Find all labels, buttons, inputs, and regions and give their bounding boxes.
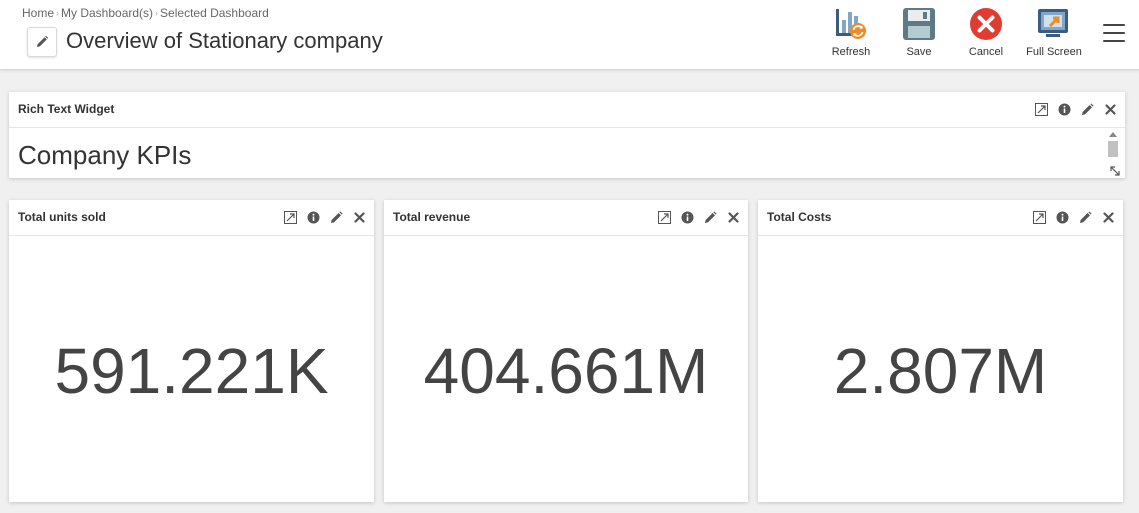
scroll-thumb[interactable] — [1108, 141, 1118, 157]
widget-title: Total units sold — [18, 210, 106, 224]
info-icon[interactable] — [1055, 210, 1069, 224]
rich-text-content[interactable]: Company KPIs — [18, 140, 191, 171]
rich-text-widget: Rich Text Widget Company KPIs — [9, 92, 1125, 178]
close-icon[interactable] — [1101, 210, 1115, 224]
page-title: Overview of Stationary company — [66, 28, 383, 53]
widget-tools — [1032, 210, 1115, 224]
breadcrumb-selected-dashboard: Selected Dashboard — [160, 6, 269, 20]
widget-title: Total Costs — [767, 210, 832, 224]
pencil-icon[interactable] — [1078, 210, 1092, 224]
edit-title-button[interactable] — [27, 27, 57, 57]
info-icon[interactable] — [306, 210, 320, 224]
refresh-icon — [836, 9, 866, 39]
kpi-widget-units-sold: Total units sold 591.221K — [9, 200, 374, 502]
close-icon[interactable] — [352, 210, 366, 224]
expand-icon[interactable] — [283, 210, 297, 224]
save-button[interactable]: Save — [888, 6, 950, 62]
breadcrumb-my-dashboards[interactable]: My Dashboard(s) — [61, 6, 153, 20]
fullscreen-label: Full Screen — [1026, 46, 1082, 58]
widget-header: Rich Text Widget — [9, 92, 1125, 128]
pencil-icon[interactable] — [1080, 102, 1094, 116]
kpi-value: 591.221K — [54, 335, 329, 407]
refresh-button[interactable]: Refresh — [820, 6, 882, 62]
widget-header: Total revenue — [384, 200, 748, 236]
scroll-up-arrow-icon[interactable] — [1109, 132, 1117, 137]
close-icon[interactable] — [1103, 102, 1117, 116]
pencil-icon[interactable] — [703, 210, 717, 224]
expand-icon[interactable] — [657, 210, 671, 224]
breadcrumb-separator-icon: › — [56, 8, 60, 18]
pencil-icon — [37, 35, 49, 47]
kpi-widget-costs: Total Costs 2.807M — [758, 200, 1123, 502]
resize-handle-icon[interactable] — [1110, 166, 1120, 176]
widget-header: Total units sold — [9, 200, 374, 236]
breadcrumb-home[interactable]: Home — [22, 6, 54, 20]
expand-icon[interactable] — [1032, 210, 1046, 224]
save-label: Save — [906, 46, 932, 58]
info-icon[interactable] — [1057, 102, 1071, 116]
fullscreen-button[interactable]: Full Screen — [1023, 6, 1085, 62]
widget-title: Rich Text Widget — [18, 102, 115, 116]
breadcrumb-separator-icon: › — [155, 8, 159, 18]
expand-icon[interactable] — [1034, 102, 1048, 116]
cancel-label: Cancel — [968, 46, 1004, 58]
widget-tools — [1034, 102, 1117, 116]
scrollbar[interactable] — [1107, 130, 1119, 166]
cancel-button[interactable]: Cancel — [955, 6, 1017, 62]
kpi-value: 2.807M — [833, 335, 1048, 407]
fullscreen-icon — [1038, 9, 1068, 37]
widget-tools — [657, 210, 740, 224]
kpi-value: 404.661M — [423, 335, 709, 407]
kpi-widget-revenue: Total revenue 404.661M — [384, 200, 748, 502]
refresh-label: Refresh — [831, 46, 871, 58]
save-icon — [903, 8, 935, 40]
breadcrumb: Home › My Dashboard(s) › Selected Dashbo… — [22, 6, 269, 20]
hamburger-menu-icon[interactable] — [1103, 24, 1125, 42]
widget-tools — [283, 210, 366, 224]
dashboard-header: Home › My Dashboard(s) › Selected Dashbo… — [0, 0, 1139, 70]
pencil-icon[interactable] — [329, 210, 343, 224]
info-icon[interactable] — [680, 210, 694, 224]
widget-title: Total revenue — [393, 210, 471, 224]
close-icon[interactable] — [726, 210, 740, 224]
cancel-icon — [970, 8, 1002, 40]
widget-header: Total Costs — [758, 200, 1123, 236]
